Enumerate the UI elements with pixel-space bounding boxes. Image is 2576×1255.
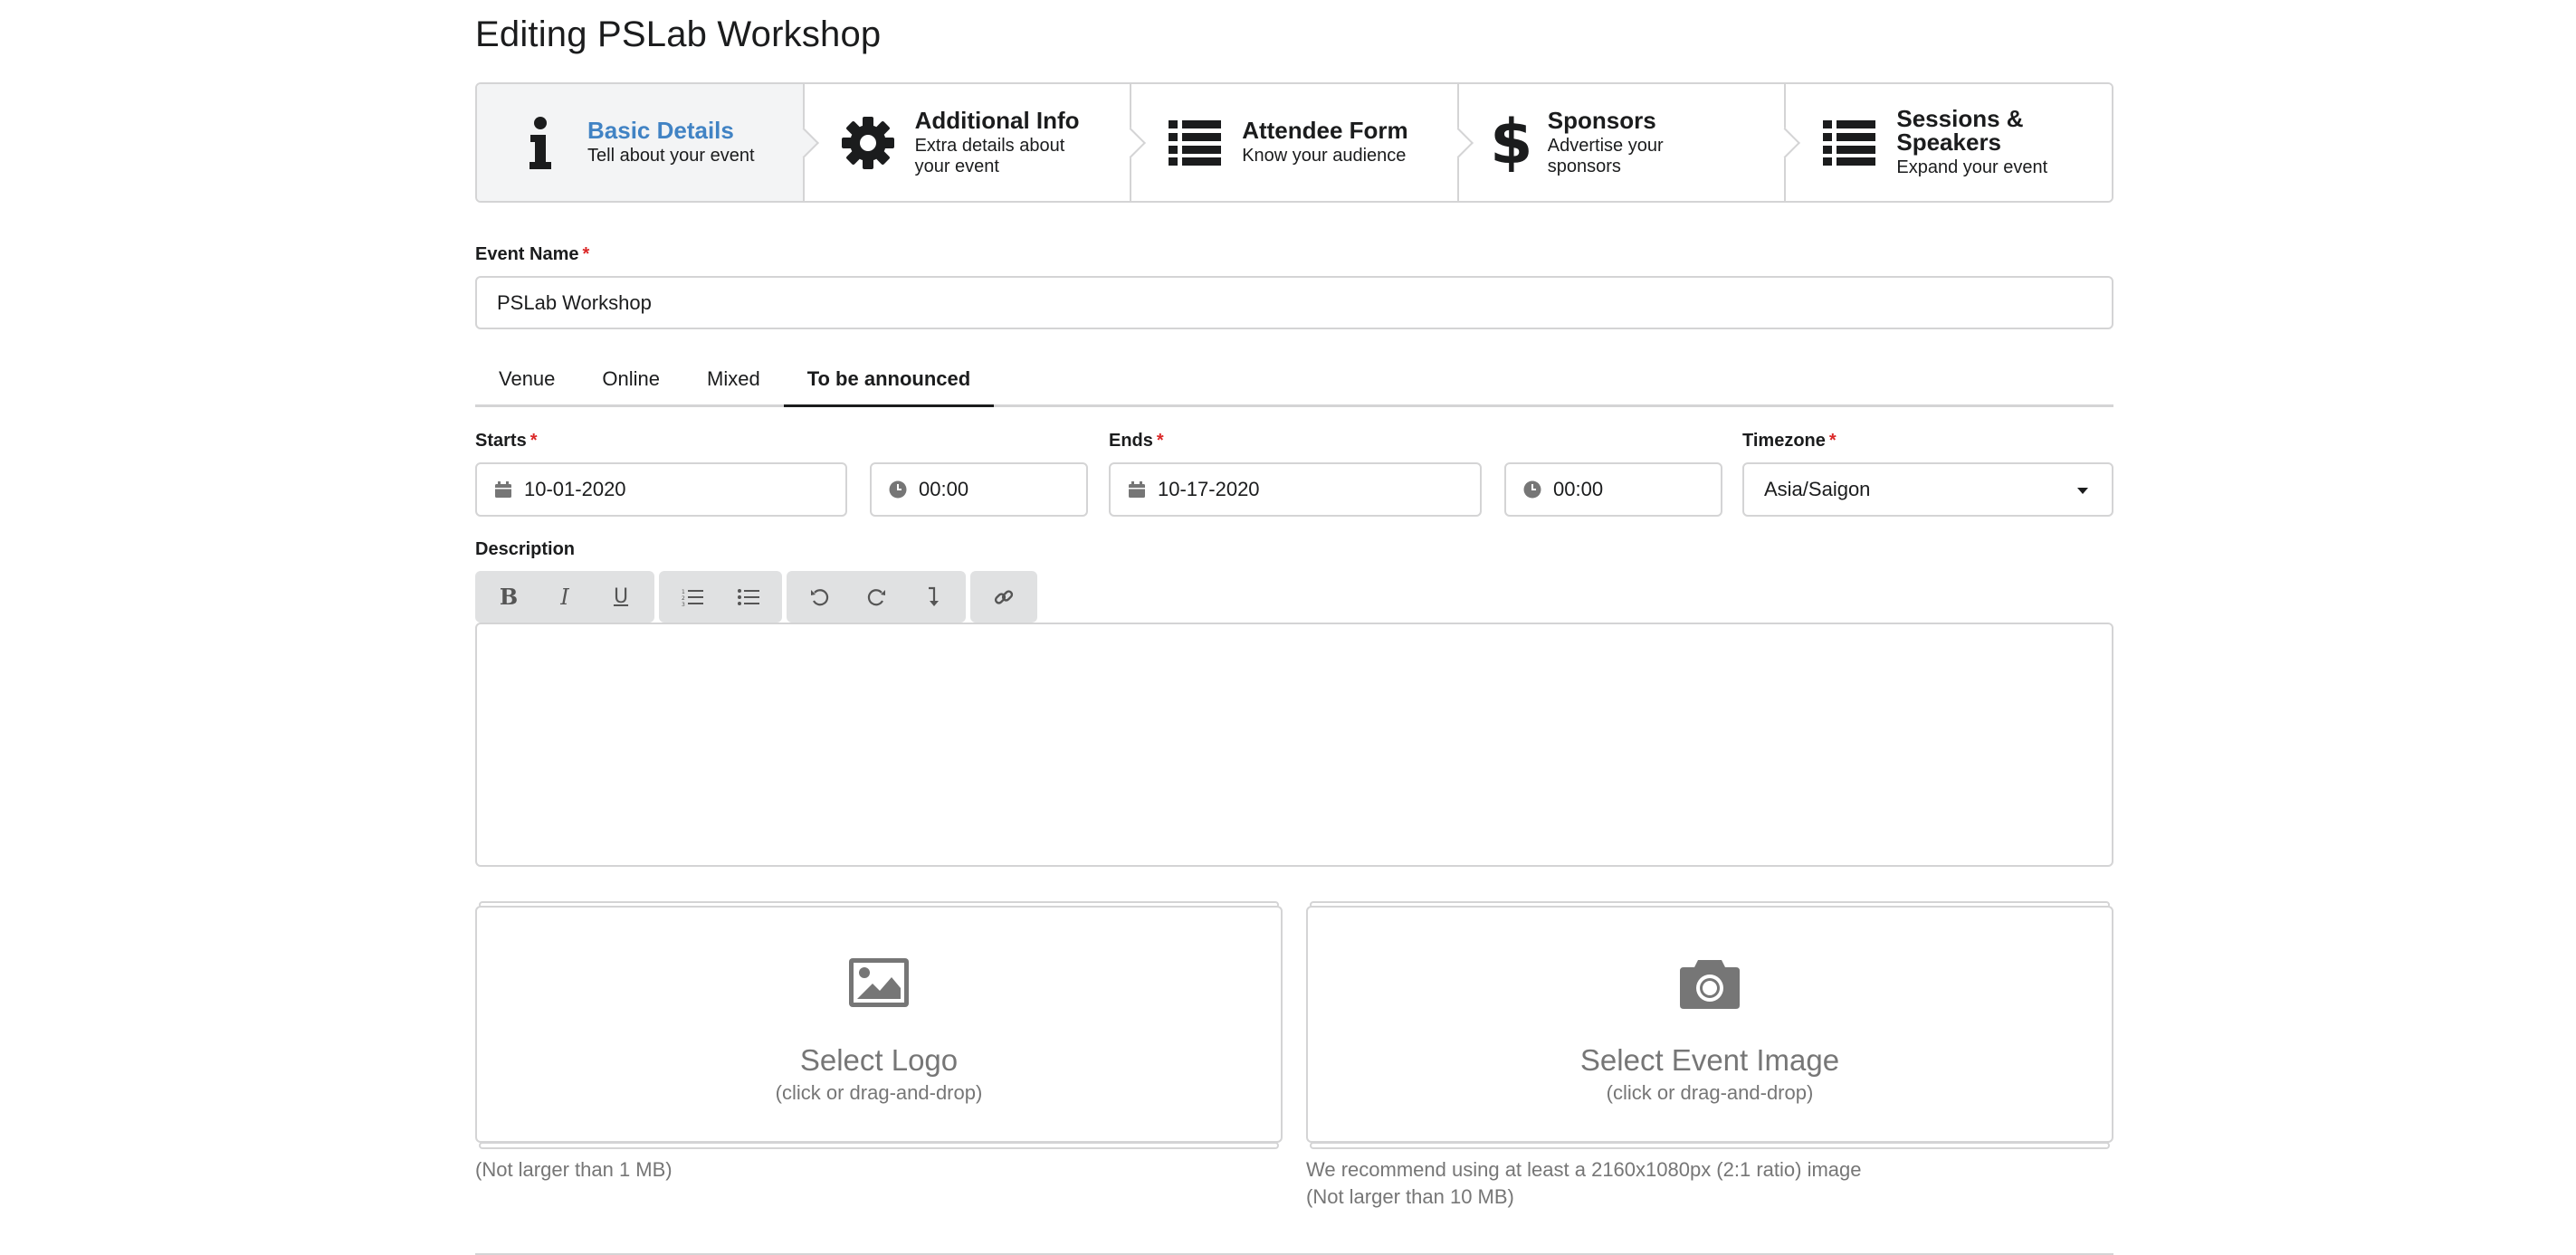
start-date-input[interactable]: 10-01-2020 (475, 462, 847, 517)
undo-icon[interactable] (792, 571, 848, 623)
timezone-dropdown[interactable]: Asia/Saigon (1742, 462, 2113, 517)
step-description: Extra details about your event (914, 135, 1065, 176)
step-title: Basic Details (587, 117, 734, 144)
event-image-hint-size: (Not larger than 10 MB) (1306, 1184, 1514, 1208)
step-description: Expand your event (1896, 157, 2048, 177)
required-mark: * (530, 431, 538, 451)
step-sponsors[interactable]: $ Sponsors Advertise your sponsors (1458, 84, 1801, 201)
clock-icon (888, 480, 908, 499)
required-mark: * (1156, 431, 1164, 451)
dollar-icon: $ (1490, 106, 1533, 178)
step-basic-details[interactable]: Basic Details Tell about your event (477, 84, 819, 201)
tab-online[interactable]: Online (578, 353, 683, 404)
description-editor[interactable] (475, 623, 2113, 867)
clock-icon (1522, 480, 1542, 499)
step-description: Know your audience (1242, 146, 1407, 166)
tab-to-be-announced[interactable]: To be announced (783, 353, 995, 407)
timezone-label: Timezone * (1742, 431, 1837, 452)
link-group (970, 571, 1037, 623)
underline-icon[interactable]: U (593, 571, 649, 623)
step-additional-info[interactable]: Additional Info Extra details about your… (804, 84, 1147, 201)
event-image-dropzone[interactable]: Select Event Image (click or drag-and-dr… (1306, 906, 2113, 1143)
dropdown-caret-icon (2077, 488, 2088, 494)
logo-upload[interactable]: Select Logo (click or drag-and-drop) (475, 901, 1283, 1149)
tab-mixed[interactable]: Mixed (683, 353, 784, 404)
history-group (787, 571, 966, 623)
logo-size-hint: (Not larger than 1 MB) (475, 1158, 673, 1181)
step-attendee-form[interactable]: Attendee Form Know your audience (1131, 84, 1474, 201)
timezone-label-text: Timezone (1742, 431, 1826, 451)
step-sessions-speakers[interactable]: Sessions & Speakers Expand your event (1786, 84, 2112, 201)
event-name-value: PSLab Workshop (497, 290, 652, 314)
info-icon (511, 114, 569, 172)
page-title: Editing PSLab Workshop (475, 14, 882, 54)
step-description: Tell about your event (587, 146, 755, 166)
starts-label-text: Starts (475, 431, 527, 451)
ordered-list-icon[interactable]: 123 (664, 571, 720, 623)
editor-toolbar: B I U 123 (475, 571, 1037, 623)
camera-icon (1677, 955, 1742, 1011)
stack-edge (479, 1142, 1279, 1149)
image-icon (846, 955, 911, 1011)
logo-upload-title: Select Logo (799, 1043, 959, 1077)
event-name-label-text: Event Name (475, 244, 579, 264)
list-icon (1166, 114, 1224, 172)
end-time-value: 00:00 (1553, 478, 1604, 500)
logo-dropzone[interactable]: Select Logo (click or drag-and-drop) (475, 906, 1283, 1143)
svg-text:2: 2 (682, 595, 685, 602)
text-style-group: B I U (475, 571, 654, 623)
step-description: Advertise your sponsors (1547, 135, 1664, 176)
calendar-icon (493, 480, 513, 499)
gear-icon (839, 114, 897, 172)
ends-label: Ends * (1109, 431, 1164, 452)
stack-edge (1310, 1142, 2110, 1149)
calendar-icon (1127, 480, 1147, 499)
svg-text:3: 3 (682, 602, 685, 606)
event-image-hint: We recommend using at least a 2160x1080p… (1306, 1156, 1862, 1210)
event-name-label: Event Name * (475, 244, 589, 265)
logo-upload-subtitle: (click or drag-and-drop) (775, 1081, 983, 1104)
step-title: Attendee Form (1242, 117, 1408, 144)
end-date-input[interactable]: 10-17-2020 (1109, 462, 1482, 517)
wizard-steps: Basic Details Tell about your event Addi… (475, 82, 2113, 203)
step-title: Sessions & Speakers (1896, 105, 2024, 156)
ends-label-text: Ends (1109, 431, 1153, 451)
link-icon[interactable] (976, 571, 1032, 623)
step-title: Additional Info (914, 106, 1080, 134)
bold-icon[interactable]: B (481, 571, 537, 623)
unordered-list-icon[interactable] (720, 571, 777, 623)
event-image-upload-subtitle: (click or drag-and-drop) (1606, 1081, 1814, 1104)
event-image-hint-recommendation: We recommend using at least a 2160x1080p… (1306, 1158, 1862, 1181)
list-group: 123 (659, 571, 782, 623)
starts-label: Starts * (475, 431, 538, 452)
required-mark: * (582, 244, 590, 264)
list-icon (1820, 114, 1878, 172)
start-date-value: 10-01-2020 (524, 478, 626, 500)
redo-icon[interactable] (848, 571, 904, 623)
tab-venue[interactable]: Venue (475, 353, 578, 404)
start-time-input[interactable]: 00:00 (870, 462, 1088, 517)
description-label: Description (475, 539, 576, 559)
event-name-input[interactable]: PSLab Workshop (475, 276, 2113, 329)
remove-format-icon[interactable] (904, 571, 960, 623)
step-title: Sponsors (1547, 106, 1656, 134)
svg-text:1: 1 (682, 589, 685, 595)
italic-icon[interactable]: I (537, 571, 593, 623)
end-date-value: 10-17-2020 (1158, 478, 1260, 500)
start-time-value: 00:00 (919, 478, 969, 500)
end-time-input[interactable]: 00:00 (1504, 462, 1722, 517)
location-tabs: Venue Online Mixed To be announced (475, 353, 2113, 407)
event-image-upload-title: Select Event Image (1579, 1043, 1840, 1077)
event-image-upload[interactable]: Select Event Image (click or drag-and-dr… (1306, 901, 2113, 1149)
required-mark: * (1828, 431, 1837, 451)
timezone-value: Asia/Saigon (1764, 478, 1871, 500)
